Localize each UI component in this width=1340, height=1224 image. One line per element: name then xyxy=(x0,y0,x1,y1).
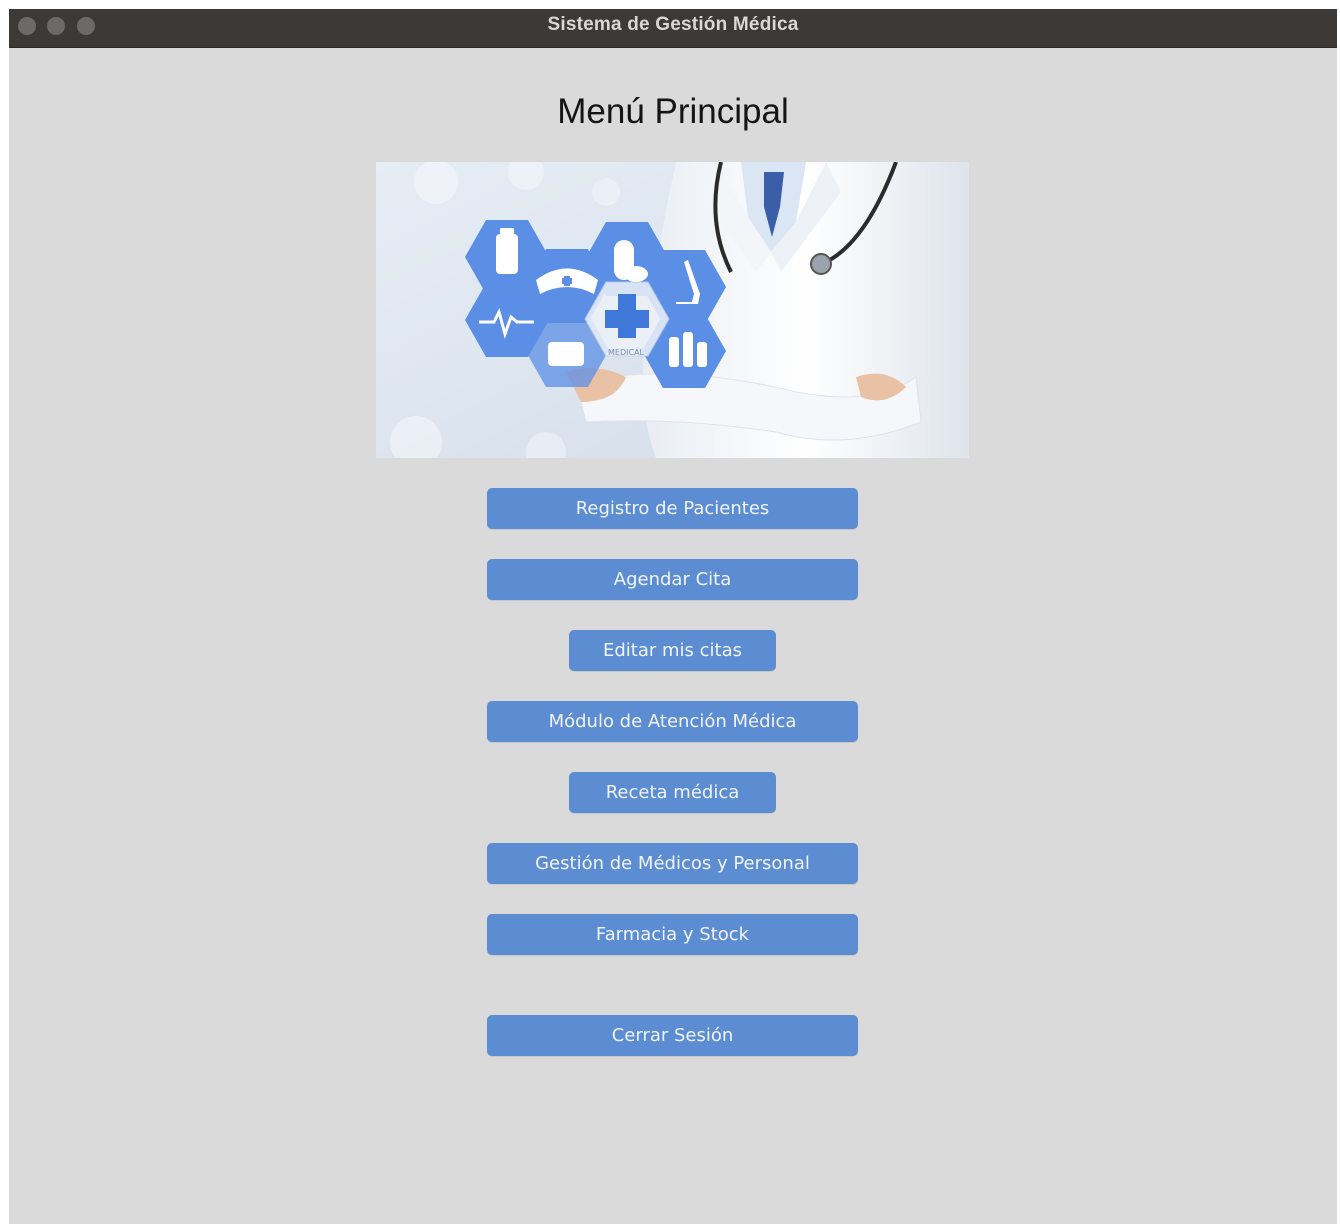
prescription-button[interactable]: Receta médica xyxy=(569,772,776,813)
patient-registration-button[interactable]: Registro de Pacientes xyxy=(487,488,858,529)
svg-text:MEDICAL: MEDICAL xyxy=(608,348,645,357)
pharmacy-stock-button[interactable]: Farmacia y Stock xyxy=(487,914,858,955)
app-window: Sistema de Gestión Médica Menú Principal xyxy=(9,9,1337,1224)
window-title: Sistema de Gestión Médica xyxy=(547,14,799,35)
staff-management-button[interactable]: Gestión de Médicos y Personal xyxy=(487,843,858,884)
medical-care-module-button[interactable]: Módulo de Atención Médica xyxy=(487,701,858,742)
schedule-appointment-button[interactable]: Agendar Cita xyxy=(487,559,858,600)
title-bar[interactable]: Sistema de Gestión Médica xyxy=(9,9,1337,48)
page-title: Menú Principal xyxy=(557,92,789,131)
edit-appointments-button[interactable]: Editar mis citas xyxy=(569,630,776,671)
doctor-banner-image: MEDICAL xyxy=(376,162,969,458)
logout-button[interactable]: Cerrar Sesión xyxy=(487,1015,858,1056)
